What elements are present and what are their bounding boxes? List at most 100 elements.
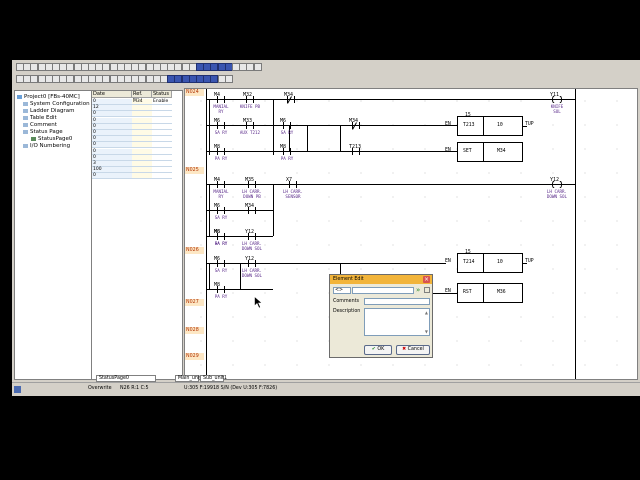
contact[interactable] (247, 260, 257, 267)
table-row[interactable]: 0 (92, 148, 184, 155)
table-row[interactable]: 0 (92, 173, 184, 180)
table-cell-ref[interactable] (132, 123, 152, 130)
table-cell-status[interactable] (152, 142, 172, 149)
table-cell-date[interactable]: 0 (92, 117, 132, 124)
contact[interactable] (247, 181, 257, 188)
toolbar-button-icon[interactable] (253, 63, 262, 71)
comments-input[interactable] (364, 298, 430, 305)
contact[interactable] (216, 286, 226, 293)
table-cell-ref[interactable] (132, 130, 152, 136)
table-cell-date[interactable]: 0 (92, 148, 132, 155)
column-header-ref-no[interactable]: Ref. No. (132, 91, 152, 104)
table-cell-date[interactable]: 0 (92, 111, 132, 118)
contact[interactable] (216, 260, 226, 267)
tab-main-unit1[interactable]: Main_unit1 (175, 375, 204, 382)
tree-item-comment[interactable]: Comment (23, 122, 57, 128)
contact[interactable] (282, 148, 292, 155)
tree-item-project[interactable]: Project0 [FBs-40MC] (17, 94, 80, 100)
tree-item-io-numbering[interactable]: I/O Numbering (23, 143, 70, 149)
table-row[interactable]: 0 (92, 117, 184, 124)
tree-item-system-configuration[interactable]: System Configuration (23, 101, 90, 107)
browse-icon[interactable] (424, 287, 430, 293)
tab-sub-unit1[interactable]: Sub_unit1 (200, 375, 227, 382)
cancel-button[interactable]: ✖ Cancel (396, 345, 430, 355)
contact[interactable] (351, 122, 361, 130)
table-cell-ref[interactable] (132, 161, 152, 167)
tree-item-statuspage0[interactable]: StatusPage0 (31, 136, 72, 142)
contact[interactable] (245, 122, 255, 129)
contact[interactable] (282, 122, 292, 129)
contact[interactable] (247, 207, 257, 214)
column-header-status[interactable]: Status (152, 91, 172, 98)
contact[interactable] (216, 233, 226, 240)
table-row[interactable]: 0 (92, 136, 184, 143)
toolbar-button-icon[interactable] (224, 75, 233, 83)
contact[interactable] (216, 148, 226, 155)
close-button[interactable]: × (423, 276, 430, 283)
contact[interactable] (216, 207, 226, 214)
table-cell-ref[interactable] (132, 136, 152, 143)
table-cell-date[interactable]: 0 (92, 173, 132, 180)
table-row[interactable]: 3 (92, 161, 184, 167)
table-cell-date[interactable]: 100 (92, 167, 132, 174)
table-cell-ref[interactable] (132, 105, 152, 112)
table-cell-status[interactable] (152, 173, 172, 180)
table-cell-ref[interactable] (132, 111, 152, 118)
scroll-down-icon[interactable]: ▼ (425, 329, 428, 334)
table-cell-status[interactable] (152, 167, 172, 174)
table-cell-date[interactable]: 0 (92, 130, 132, 136)
status-page-table[interactable]: Date Ref. No. Status 0M34Enable120000000… (91, 90, 183, 380)
table-cell-status[interactable] (152, 123, 172, 130)
table-cell-status[interactable] (152, 117, 172, 124)
table-cell-ref[interactable] (132, 148, 152, 155)
column-header-date[interactable]: Date (92, 91, 132, 98)
table-row[interactable]: 0 M34 Enable (92, 99, 184, 105)
table-cell-ref[interactable] (132, 117, 152, 124)
project-tree[interactable]: Project0 [FBs-40MC] System Configuration… (14, 90, 92, 380)
contact[interactable] (245, 96, 255, 103)
contact[interactable] (216, 181, 226, 188)
table-row[interactable]: 0 (92, 154, 184, 161)
coil[interactable] (552, 181, 562, 188)
coil[interactable] (552, 96, 562, 103)
contact[interactable] (216, 122, 226, 129)
contact[interactable] (288, 181, 298, 188)
tree-item-table-edit[interactable]: Table Edit (23, 115, 57, 121)
table-row[interactable]: 12 (92, 105, 184, 112)
table-cell-ref[interactable] (132, 154, 152, 161)
table-row[interactable]: 0 (92, 130, 184, 136)
table-cell-status[interactable] (152, 161, 172, 167)
table-cell-date[interactable]: 0 (92, 142, 132, 149)
table-cell-date[interactable]: 0 (92, 136, 132, 143)
table-cell-date[interactable]: 12 (92, 105, 132, 112)
table-row[interactable]: 100 (92, 167, 184, 174)
table-cell-ref[interactable] (132, 167, 152, 174)
table-cell-status[interactable] (152, 148, 172, 155)
scroll-up-icon[interactable]: ▲ (425, 310, 428, 315)
table-cell-status[interactable] (152, 111, 172, 118)
contact[interactable] (286, 96, 296, 104)
go-arrow-icon[interactable]: » (416, 286, 420, 294)
description-textarea[interactable]: ▲ ▼ (364, 308, 430, 336)
tree-item-ladder-diagram[interactable]: Ladder Diagram (23, 108, 74, 114)
contact[interactable] (216, 96, 226, 103)
element-select[interactable]: <> (333, 287, 351, 294)
table-cell-status[interactable] (152, 136, 172, 143)
contact[interactable] (247, 233, 257, 240)
tab-statuspage0[interactable]: StatusPage0 (96, 375, 156, 382)
tree-item-status-page[interactable]: Status Page (23, 129, 63, 135)
table-cell-ref[interactable] (132, 142, 152, 149)
table-row[interactable]: 0 (92, 123, 184, 130)
table-cell-date[interactable]: 0 (92, 154, 132, 161)
table-row[interactable]: 0 (92, 142, 184, 149)
table-cell-ref[interactable]: M34 (132, 99, 152, 105)
table-cell-status[interactable]: Enable (152, 99, 172, 105)
element-input[interactable] (352, 287, 414, 294)
ok-button[interactable]: ✔ OK (364, 345, 392, 355)
table-cell-status[interactable] (152, 105, 172, 112)
dialog-titlebar[interactable]: Element Edit × (330, 275, 432, 284)
table-cell-date[interactable]: 0 (92, 123, 132, 130)
table-cell-ref[interactable] (132, 173, 152, 180)
table-row[interactable]: 0 (92, 111, 184, 118)
table-cell-status[interactable] (152, 130, 172, 136)
